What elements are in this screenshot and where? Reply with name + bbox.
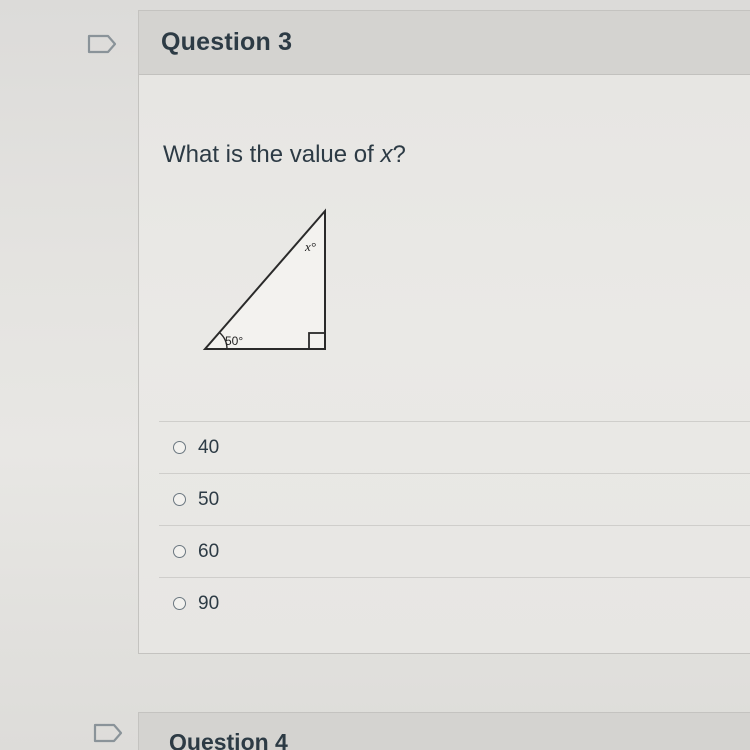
flag-question-icon[interactable] (86, 33, 118, 55)
answer-options: 40 50 60 90 (159, 421, 750, 629)
question-prompt: What is the value of x? (163, 141, 406, 169)
angle-bottom-label: 50° (225, 334, 243, 348)
answer-label: 90 (198, 592, 220, 614)
answer-label: 40 (198, 436, 220, 458)
angle-top-label: x° (304, 239, 316, 254)
flag-question-icon[interactable] (92, 722, 124, 744)
right-triangle (202, 208, 326, 350)
answer-label: 50 (198, 488, 220, 510)
radio-button[interactable] (173, 441, 186, 454)
question-header: Question 3 (139, 11, 750, 75)
question-4-card: Question 4 (138, 712, 750, 750)
prompt-text: What is the value of (163, 141, 381, 168)
question-title: Question 4 (169, 729, 288, 750)
question-3-card: Question 3 What is the value of x? x° 50… (138, 10, 750, 654)
radio-button[interactable] (173, 597, 186, 610)
answer-option-4[interactable]: 90 (159, 577, 750, 629)
answer-option-1[interactable]: 40 (159, 421, 750, 473)
radio-button[interactable] (173, 493, 186, 506)
question-title: Question 3 (161, 28, 293, 56)
radio-button[interactable] (173, 545, 186, 558)
answer-option-2[interactable]: 50 (159, 473, 750, 525)
prompt-end: ? (392, 141, 406, 168)
answer-label: 60 (198, 540, 220, 562)
quiz-page: Question 3 What is the value of x? x° 50… (0, 0, 750, 750)
triangle-diagram: x° 50° (201, 207, 341, 362)
prompt-variable: x (380, 141, 393, 168)
answer-option-3[interactable]: 60 (159, 525, 750, 577)
